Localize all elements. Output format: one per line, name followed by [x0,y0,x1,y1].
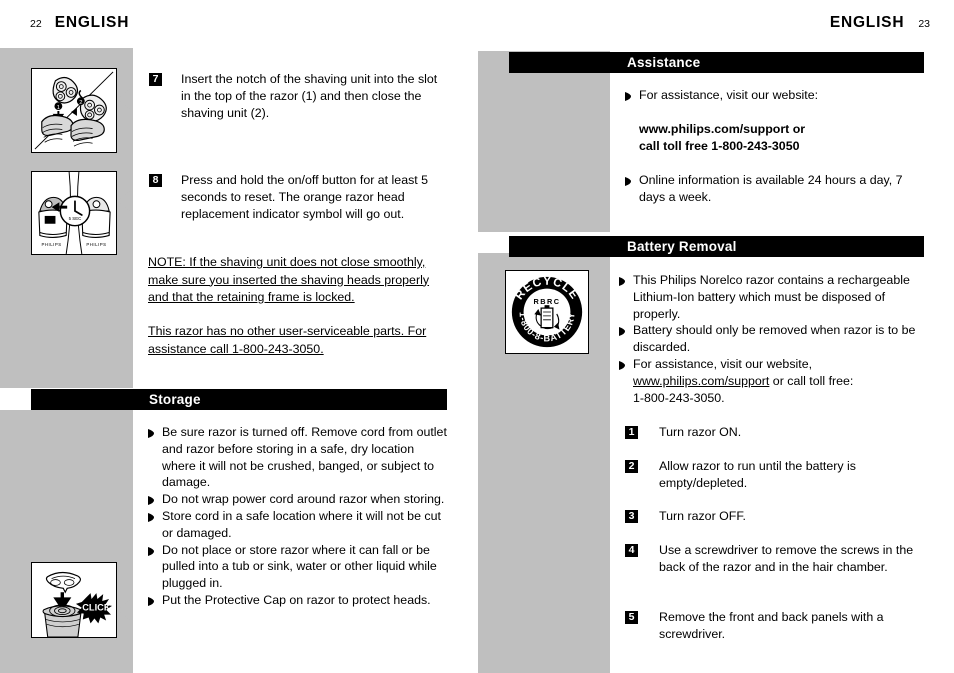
list-item-text: Online information is available 24 hours… [639,173,903,204]
section-bar-storage: Storage [31,389,447,410]
list-item-text: Store cord in a safe location where it w… [162,508,441,540]
battery-assistance-lead: For assistance, visit our website, [633,356,813,371]
battery-step-2-number: 2 [625,460,638,473]
bullet-triangle-icon [148,592,159,606]
note-shaving-unit-text: NOTE: If the shaving unit does not close… [148,255,430,304]
list-item-text: This Philips Norelco razor contains a re… [633,273,910,321]
step-7-text: Insert the notch of the shaving unit int… [181,72,438,120]
step-7-number: 7 [149,73,162,86]
assistance-bullet-list-bottom: Online information is available 24 hours… [625,172,925,206]
note-shaving-unit: NOTE: If the shaving unit does not close… [148,254,450,307]
svg-text:5 SEC: 5 SEC [69,216,82,221]
svg-text:2: 2 [79,100,82,106]
assistance-contact-line-1: www.philips.com/support or [639,122,806,136]
razor-reset-button-illustration: PHILIPS PHILIPS 5 SEC [31,171,117,255]
list-item-text: Be sure razor is turned off. Remove cord… [162,425,447,490]
battery-step-5: 5 Remove the front and back panels with … [625,609,925,643]
right-page: ENGLISH 23 Assistance For assistance, vi… [477,0,954,673]
bullet-triangle-icon [148,508,159,522]
battery-bullet-list: This Philips Norelco razor contains a re… [619,272,919,406]
battery-step-3: 3 Turn razor OFF. [625,508,925,525]
list-item-text: For assistance, visit our website, www.p… [633,356,919,406]
list-item: For assistance, visit our website, www.p… [619,356,919,406]
section-bar-battery-removal: Battery Removal [509,236,924,257]
battery-step-2-text: Allow razor to run until the battery is … [659,459,856,490]
page-number: 22 [30,18,42,30]
bullet-triangle-icon [619,356,630,370]
battery-step-4-number: 4 [625,544,638,557]
bullet-triangle-icon [619,272,630,286]
section-title-battery-removal: Battery Removal [627,239,737,254]
svg-text:1: 1 [57,105,60,111]
left-page: 22 ENGLISH 1 2 PHILIPS PHILIPS 5 SEC 7 I… [0,0,477,673]
list-item: Store cord in a safe location where it w… [148,508,450,542]
support-phone: 1-800-243-3050. [633,390,725,405]
list-item: Do not place or store razor where it can… [148,542,450,592]
bullet-triangle-icon [148,542,159,556]
list-item: For assistance, visit our website: [625,87,925,104]
illustration-3-pointer [117,599,131,621]
note-service: This razor has no other user-serviceable… [148,323,438,358]
manual-page-spread: 22 ENGLISH 1 2 PHILIPS PHILIPS 5 SEC 7 I… [0,0,954,673]
page-title: ENGLISH [54,14,130,31]
svg-text:CLICK: CLICK [82,603,111,613]
left-page-header: 22 ENGLISH [30,14,129,38]
list-item: Do not wrap power cord around razor when… [148,491,450,508]
assistance-bullet-list-top: For assistance, visit our website: [625,87,925,104]
list-item-text: Put the Protective Cap on razor to prote… [162,592,431,607]
battery-step-1: 1 Turn razor ON. [625,424,925,441]
list-item: Be sure razor is turned off. Remove cord… [148,424,450,491]
rbrc-recycle-battery-logo: RECYCLE 1-800-8-BATTERY RBRC [505,270,589,354]
page-title: ENGLISH [829,14,905,31]
battery-step-5-text: Remove the front and back panels with a … [659,610,884,641]
list-item-text: For assistance, visit our website: [639,88,819,102]
recycle-logo-pointer [589,301,603,323]
bullet-triangle-icon [625,87,636,101]
page-number: 23 [918,18,930,30]
list-item-text: Battery should only be removed when razo… [633,323,916,355]
list-item: Put the Protective Cap on razor to prote… [148,592,450,609]
right-sidebar-gray-upper [478,51,610,232]
shaving-unit-insert-illustration: 1 2 [31,68,117,153]
battery-step-1-number: 1 [625,426,638,439]
note-service-text: This razor has no other user-serviceable… [148,324,427,356]
step-8: 8 Press and hold the on/off button for a… [149,172,449,222]
protective-cap-click-illustration: CLICK [31,562,117,638]
illustration-1-pointer [117,88,131,110]
list-item: Online information is available 24 hours… [625,172,925,206]
step-8-number: 8 [149,174,162,187]
list-item: Battery should only be removed when razo… [619,322,919,356]
bullet-triangle-icon [148,491,159,506]
battery-step-1-text: Turn razor ON. [659,425,742,439]
section-bar-assistance: Assistance [509,52,924,73]
bullet-triangle-icon [619,322,630,337]
bullet-triangle-icon [625,172,636,186]
battery-step-3-number: 3 [625,510,638,523]
assistance-contact-line-2: call toll free 1-800-243-3050 [639,138,800,153]
battery-step-3-text: Turn razor OFF. [659,509,746,523]
svg-text:RBRC: RBRC [534,297,561,306]
svg-text:PHILIPS: PHILIPS [41,242,61,247]
support-link-suffix: or call toll free: [769,373,854,388]
section-title-assistance: Assistance [627,55,701,70]
battery-step-2: 2 Allow razor to run until the battery i… [625,458,925,492]
step-8-text: Press and hold the on/off button for at … [181,173,429,221]
battery-step-4: 4 Use a screwdriver to remove the screws… [625,542,925,576]
section-title-storage: Storage [149,392,201,407]
list-item-text: Do not place or store razor where it can… [162,542,437,591]
svg-text:PHILIPS: PHILIPS [86,242,106,247]
battery-step-5-number: 5 [625,611,638,624]
battery-step-4-text: Use a screwdriver to remove the screws i… [659,543,914,574]
list-item-text: Do not wrap power cord around razor when… [162,492,445,507]
right-page-header: ENGLISH 23 [830,14,930,38]
assistance-contact: www.philips.com/support or call toll fre… [639,121,929,154]
storage-bullet-list: Be sure razor is turned off. Remove cord… [148,424,450,609]
step-7: 7 Insert the notch of the shaving unit i… [149,71,449,121]
bullet-triangle-icon [148,424,159,438]
support-website-link[interactable]: www.philips.com/support [633,374,769,388]
list-item: This Philips Norelco razor contains a re… [619,272,919,322]
illustration-2-pointer [117,190,131,212]
